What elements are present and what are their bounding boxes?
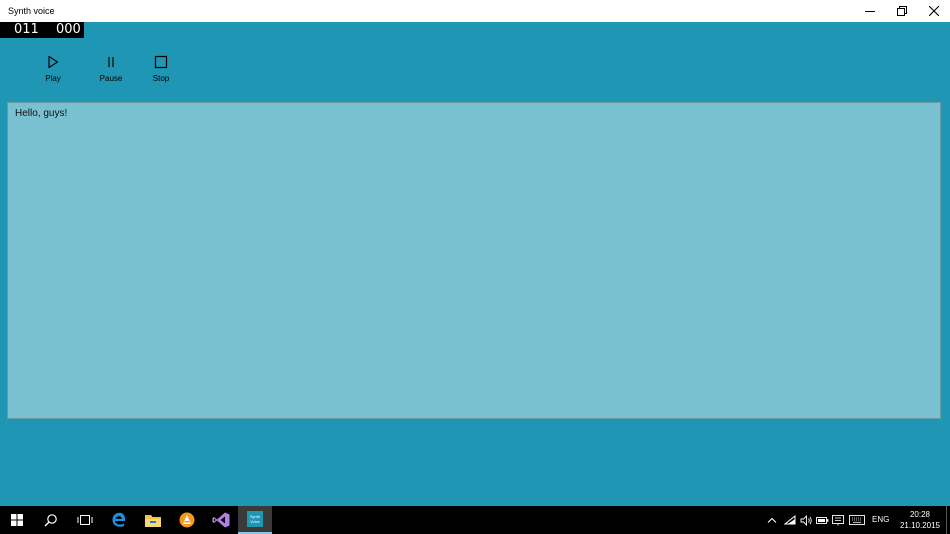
taskbar-vlc[interactable] bbox=[170, 506, 204, 534]
file-explorer-icon bbox=[145, 515, 161, 527]
play-button[interactable]: Play bbox=[31, 54, 75, 88]
restore-icon bbox=[897, 6, 907, 16]
taskbar: Synth Voice ENG 20:28 21.10.2015 bbox=[0, 506, 950, 534]
app-tile-line2: Voice bbox=[250, 519, 260, 524]
pause-label: Pause bbox=[99, 74, 123, 83]
battery-icon bbox=[815, 516, 828, 524]
windows-start-icon bbox=[11, 514, 23, 526]
volume-icon bbox=[800, 514, 812, 526]
title-bar: Synth voice bbox=[0, 0, 950, 22]
stop-button[interactable]: Stop bbox=[139, 54, 183, 88]
synth-voice-app-tile: Synth Voice bbox=[247, 511, 263, 527]
taskbar-file-explorer[interactable] bbox=[136, 506, 170, 534]
clock-date: 21.10.2015 bbox=[899, 521, 941, 530]
stop-label: Stop bbox=[152, 74, 170, 83]
tray-network[interactable] bbox=[782, 506, 798, 534]
close-icon bbox=[929, 6, 939, 16]
play-label: Play bbox=[45, 74, 61, 83]
close-button[interactable] bbox=[917, 0, 950, 22]
search-icon bbox=[44, 514, 57, 527]
taskbar-synth-voice[interactable]: Synth Voice bbox=[238, 506, 272, 534]
taskbar-edge[interactable] bbox=[102, 506, 136, 534]
tray-battery[interactable] bbox=[814, 506, 830, 534]
tray-touch-keyboard[interactable] bbox=[848, 506, 866, 534]
clock-time: 20:28 bbox=[909, 510, 931, 519]
start-button[interactable] bbox=[0, 506, 34, 534]
tray-volume[interactable] bbox=[798, 506, 814, 534]
pause-button[interactable]: Pause bbox=[89, 54, 133, 88]
visual-studio-icon bbox=[212, 512, 230, 528]
editor-text: Hello, guys! bbox=[15, 108, 68, 119]
minimize-button[interactable] bbox=[853, 0, 887, 22]
tray-clock[interactable]: 20:28 21.10.2015 bbox=[896, 509, 944, 531]
counter-right-value: 000 bbox=[56, 22, 81, 37]
text-editor[interactable]: Hello, guys! bbox=[7, 102, 941, 419]
search-button[interactable] bbox=[34, 506, 68, 534]
frame-counter: 011 000 bbox=[0, 22, 84, 38]
keyboard-icon bbox=[849, 515, 865, 525]
window-title: Synth voice bbox=[8, 6, 55, 16]
play-icon bbox=[48, 55, 59, 69]
counter-left-value: 011 bbox=[14, 22, 39, 37]
task-view-icon bbox=[77, 515, 93, 525]
edge-icon bbox=[112, 512, 126, 527]
taskbar-visual-studio[interactable] bbox=[204, 506, 238, 534]
task-view-button[interactable] bbox=[68, 506, 102, 534]
stop-icon bbox=[154, 55, 168, 69]
tray-language[interactable]: ENG bbox=[872, 506, 889, 534]
tray-notifications[interactable] bbox=[830, 506, 846, 534]
chevron-up-icon bbox=[767, 517, 777, 523]
pause-icon bbox=[108, 57, 114, 67]
restore-button[interactable] bbox=[885, 0, 919, 22]
vlc-icon bbox=[179, 512, 195, 528]
minimize-icon bbox=[865, 11, 875, 12]
tray-overflow-button[interactable] bbox=[764, 506, 780, 534]
show-desktop-button[interactable] bbox=[946, 506, 947, 534]
notification-icon bbox=[832, 514, 844, 525]
wifi-icon bbox=[784, 515, 796, 525]
